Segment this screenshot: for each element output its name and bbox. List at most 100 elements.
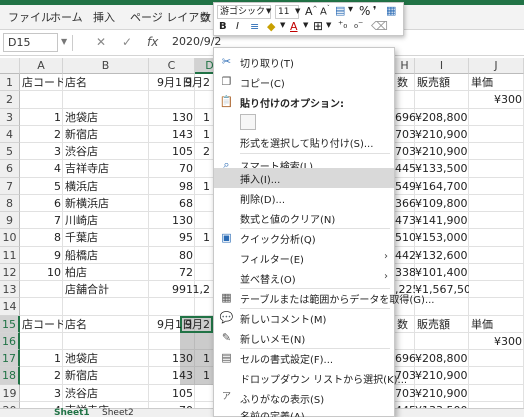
row-header[interactable]: 1 [0,74,20,92]
column-header[interactable]: I [415,58,469,74]
cell[interactable]: 338 [395,264,415,281]
row-header[interactable]: 18 [0,367,20,385]
tab-file[interactable]: ファイル [8,9,52,25]
cell[interactable]: 703 [395,126,415,143]
comma-style-icon[interactable]: ❜ [373,4,377,17]
menu-item-format-cells[interactable]: ▤ セルの書式設定(F)... [214,348,394,368]
cell[interactable]: 5 [20,178,63,195]
header-cell[interactable]: 単価 [469,316,524,333]
format-painter-icon[interactable]: ▦ [386,4,396,17]
cell[interactable] [182,264,212,281]
cell[interactable] [182,212,212,229]
row-header[interactable]: 16 [0,332,20,350]
cell[interactable]: 696 [395,109,415,126]
cell[interactable]: 2 [20,126,63,143]
cell[interactable]: 川崎店 [63,212,149,229]
row-header[interactable]: 15 [0,315,20,333]
chevron-down-icon[interactable]: ▼ [61,37,67,46]
row-header[interactable]: 14 [0,298,20,316]
cell[interactable]: ¥153,000 [415,229,469,246]
cell[interactable]: 442 [395,247,415,264]
menu-item-new-comment[interactable]: 💬 新しいコメント(M) [214,308,394,328]
row-header[interactable]: 2 [0,91,20,109]
name-box[interactable]: D15 [3,33,58,52]
row-header[interactable]: 6 [0,160,20,178]
header-cell[interactable]: 店コード [20,74,63,91]
cell[interactable]: ¥300 [469,333,524,350]
cell[interactable]: 1 [20,109,63,126]
menu-item-insert[interactable]: 挿入(I)... [214,168,394,188]
row-header[interactable]: 12 [0,263,20,281]
cell[interactable]: ¥208,800 [415,109,469,126]
cell[interactable]: ¥210,900 [415,126,469,143]
row-header[interactable]: 13 [0,281,20,299]
cell[interactable]: ¥210,900 [415,385,469,402]
header-cell[interactable]: 単価 [469,74,524,91]
cell[interactable]: 新宿店 [63,367,149,384]
chevron-down-icon[interactable]: ▼ [266,7,271,15]
cell[interactable]: 1 [182,178,212,195]
header-cell[interactable]: 店名 [63,74,149,91]
cell[interactable]: 1 [182,109,212,126]
header-cell[interactable]: 数 [395,74,415,91]
cell[interactable]: 渋谷店 [63,385,149,402]
menu-item-sort[interactable]: 並べ替え(O) › [214,268,394,288]
cell[interactable]: 1 [182,126,212,143]
font-name-box[interactable]: 游ゴシック [217,5,271,19]
column-header[interactable]: J [469,58,524,74]
cell[interactable]: 8 [20,229,63,246]
column-header[interactable]: C [149,58,195,74]
cell[interactable]: 6 [20,195,63,212]
sheet-tab-1[interactable]: Sheet1 [54,409,90,417]
cell[interactable]: 船橋店 [63,247,149,264]
header-cell[interactable]: 店コード [20,316,63,333]
cell[interactable] [182,160,212,177]
cell[interactable]: ¥208,800 [415,350,469,367]
row-header[interactable]: 17 [0,350,20,368]
fill-color-icon[interactable]: ◆ [267,20,275,33]
cell[interactable]: ¥210,900 [415,143,469,160]
increase-decimal-icon[interactable]: ⁺₀ [338,20,347,31]
cell[interactable]: ¥141,900 [415,212,469,229]
menu-item-copy[interactable]: ❐ コピー(C) [214,72,394,92]
row-header[interactable]: 7 [0,177,20,195]
cell[interactable]: 1 [182,367,212,384]
header-cell[interactable]: 店名 [63,316,149,333]
cell[interactable]: 3 [20,143,63,160]
cell[interactable]: 1 [182,229,212,246]
header-cell[interactable]: 9月2 [182,74,212,91]
cell[interactable]: 池袋店 [63,350,149,367]
cell[interactable]: ¥210,900 [415,367,469,384]
cell[interactable]: ¥101,400 [415,264,469,281]
cell[interactable]: 703 [395,143,415,160]
cell[interactable]: 445 [395,160,415,177]
cell[interactable] [182,385,212,402]
menu-item-filter[interactable]: フィルター(E) › [214,248,394,268]
column-header[interactable]: H [395,58,415,74]
header-cell[interactable]: 販売額 [415,316,469,333]
tab-insert[interactable]: 挿入 [93,9,115,25]
menu-item-define-name[interactable]: 名前の定義(A)... [214,405,394,417]
center-align-icon[interactable]: ≡ [250,20,259,33]
cell[interactable]: 473 [395,212,415,229]
chevron-down-icon[interactable]: ▼ [295,7,300,15]
menu-item-paste-special[interactable]: 形式を選択して貼り付け(S)... [214,132,394,152]
tab-formulas[interactable]: 数 [200,9,211,25]
row-header[interactable]: 4 [0,125,20,143]
menu-item-pick-from-list[interactable]: ドロップダウン リストから選択(K)... [214,368,407,388]
row-header[interactable]: 9 [0,212,20,230]
cell[interactable]: 1 [20,350,63,367]
row-header[interactable]: 8 [0,194,20,212]
row-header[interactable]: 19 [0,384,20,402]
sheet-tab-2[interactable]: Sheet2 [102,409,134,417]
chevron-down-icon[interactable]: ▼ [326,21,331,29]
menu-item-new-note[interactable]: ✎ 新しいメモ(N) [214,328,394,348]
cancel-icon[interactable]: ✕ [96,35,106,49]
cell[interactable]: ¥164,700 [415,178,469,195]
paste-clipboard-icon[interactable] [240,114,256,130]
chevron-down-icon[interactable]: ▾ [348,4,353,15]
cell[interactable]: 店舗合計 [63,281,149,298]
row-header[interactable]: 10 [0,229,20,247]
check-icon[interactable]: ✓ [122,35,132,49]
chevron-down-icon[interactable]: ▼ [280,21,285,29]
